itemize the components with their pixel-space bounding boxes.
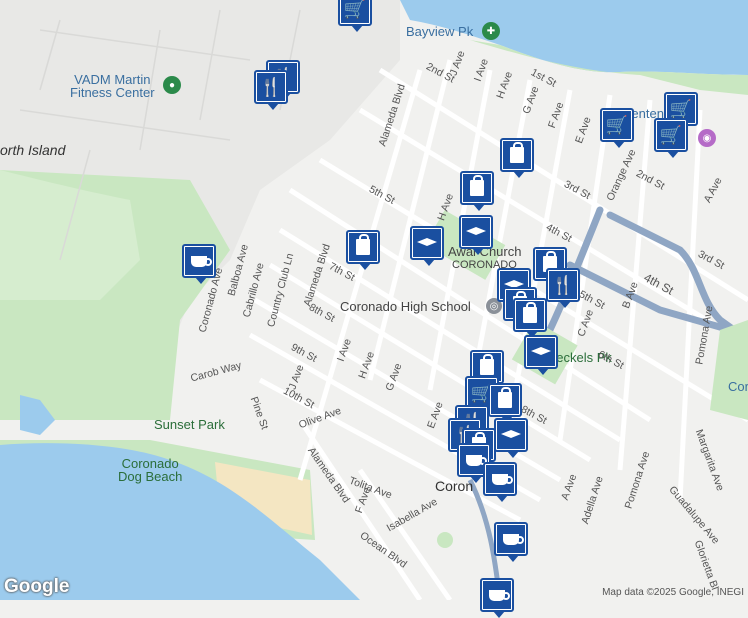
- restaurant-icon: 🍴: [257, 73, 285, 101]
- label-bayview-pk: Bayview Pk: [406, 24, 474, 39]
- label-coronado-high: Coronado High School: [340, 299, 471, 314]
- shopping-cart-icon: 🛒: [603, 111, 631, 139]
- school-marker-1[interactable]: [410, 226, 444, 266]
- coffee-marker-4[interactable]: [494, 522, 528, 562]
- school-icon: [497, 421, 525, 449]
- cart-marker-2[interactable]: 🛒: [600, 108, 634, 148]
- shopping-icon[interactable]: ◉: [698, 129, 716, 147]
- coffee-icon: [486, 465, 514, 493]
- shopping-bag-icon: [516, 301, 544, 329]
- school-icon: [413, 229, 441, 257]
- school-marker-4[interactable]: [524, 335, 558, 375]
- label-vadm-martin: VADM Martin Fitness Center: [70, 72, 155, 100]
- restaurant-marker-2[interactable]: 🍴: [254, 70, 288, 110]
- coffee-marker-1[interactable]: [182, 244, 216, 284]
- shopping-bag-icon: [491, 386, 519, 414]
- cart-marker-1[interactable]: 🛒: [338, 0, 372, 32]
- shopping-bag-icon: [349, 233, 377, 261]
- bag-marker-2[interactable]: [460, 171, 494, 211]
- school-marker-2[interactable]: [459, 215, 493, 255]
- bag-marker-3[interactable]: [500, 138, 534, 178]
- label-coronado-town: Coron: [435, 478, 474, 494]
- shopping-cart-icon: 🛒: [341, 0, 369, 23]
- restaurant-icon: 🍴: [549, 271, 577, 299]
- restaurant-marker-3[interactable]: 🍴: [546, 268, 580, 308]
- cart-marker-4[interactable]: 🛒: [654, 118, 688, 158]
- coffee-icon: [185, 247, 213, 275]
- label-coronado-right: Coro: [728, 379, 748, 394]
- bag-marker-6[interactable]: [513, 298, 547, 338]
- coffee-marker-3[interactable]: [483, 462, 517, 502]
- school-icon: [462, 218, 490, 246]
- label-dog-beach: Coronado Dog Beach: [118, 456, 183, 484]
- park-icon[interactable]: ✚: [482, 22, 500, 40]
- coffee-icon: [483, 581, 511, 609]
- shopping-cart-icon: 🛒: [657, 121, 685, 149]
- bag-marker-8[interactable]: [488, 383, 522, 423]
- shopping-bag-icon: [463, 174, 491, 202]
- coffee-icon: [497, 525, 525, 553]
- map-attribution[interactable]: Map data ©2025 Google, INEGI: [602, 587, 744, 598]
- label-sunset-park: Sunset Park: [154, 417, 225, 432]
- school-icon: [527, 338, 555, 366]
- bag-marker-1[interactable]: [346, 230, 380, 270]
- fitness-icon[interactable]: ●: [163, 76, 181, 94]
- shopping-bag-icon: [503, 141, 531, 169]
- school-marker-5[interactable]: [494, 418, 528, 458]
- google-logo[interactable]: Google: [4, 576, 69, 598]
- coffee-marker-5[interactable]: [480, 578, 514, 618]
- label-north-island: orth Island: [0, 142, 66, 158]
